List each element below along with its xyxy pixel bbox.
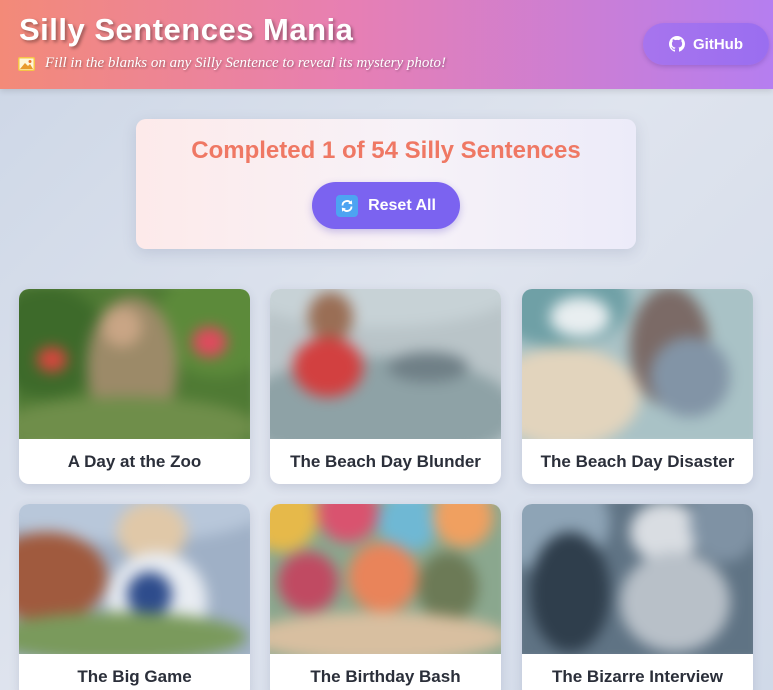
github-button[interactable]: GitHub [643, 23, 769, 65]
sentence-card-beach-day-disaster[interactable]: The Beach Day Disaster [522, 289, 753, 484]
card-title: The Beach Day Blunder [290, 451, 481, 471]
card-title: The Beach Day Disaster [540, 451, 735, 471]
mystery-photo [270, 504, 501, 654]
card-title: The Birthday Bash [310, 666, 461, 686]
sentence-card-birthday-bash[interactable]: The Birthday Bash [270, 504, 501, 690]
sentence-card-beach-day-blunder[interactable]: The Beach Day Blunder [270, 289, 501, 484]
progress-text: Completed 1 of 54 Silly Sentences [191, 137, 581, 164]
github-label: GitHub [693, 35, 743, 53]
photo-icon [18, 56, 35, 71]
app-title: Silly Sentences Mania [19, 12, 354, 47]
mystery-photo [19, 289, 250, 439]
sentence-card-bizarre-interview[interactable]: The Bizarre Interview [522, 504, 753, 690]
card-title: A Day at the Zoo [67, 451, 202, 471]
progress-card: Completed 1 of 54 Silly Sentences Reset … [136, 119, 636, 249]
subtitle: Fill in the blanks on any Silly Sentence… [45, 55, 447, 71]
github-icon [669, 36, 685, 52]
subtitle-row: Fill in the blanks on any Silly Sentence… [18, 55, 446, 72]
app-header: Silly Sentences Mania Fill in the blanks… [0, 0, 773, 89]
mystery-photo [270, 289, 501, 439]
sentence-card-big-game[interactable]: The Big Game [19, 504, 250, 690]
reset-all-button[interactable]: Reset All [312, 182, 460, 229]
mystery-photo [19, 504, 250, 654]
card-title: The Bizarre Interview [551, 666, 723, 686]
sentence-card-zoo[interactable]: A Day at the Zoo [19, 289, 250, 484]
card-title: The Big Game [77, 666, 192, 686]
mystery-photo [522, 289, 753, 439]
refresh-icon [336, 194, 359, 217]
reset-all-label: Reset All [368, 196, 436, 214]
mystery-photo [522, 504, 753, 654]
